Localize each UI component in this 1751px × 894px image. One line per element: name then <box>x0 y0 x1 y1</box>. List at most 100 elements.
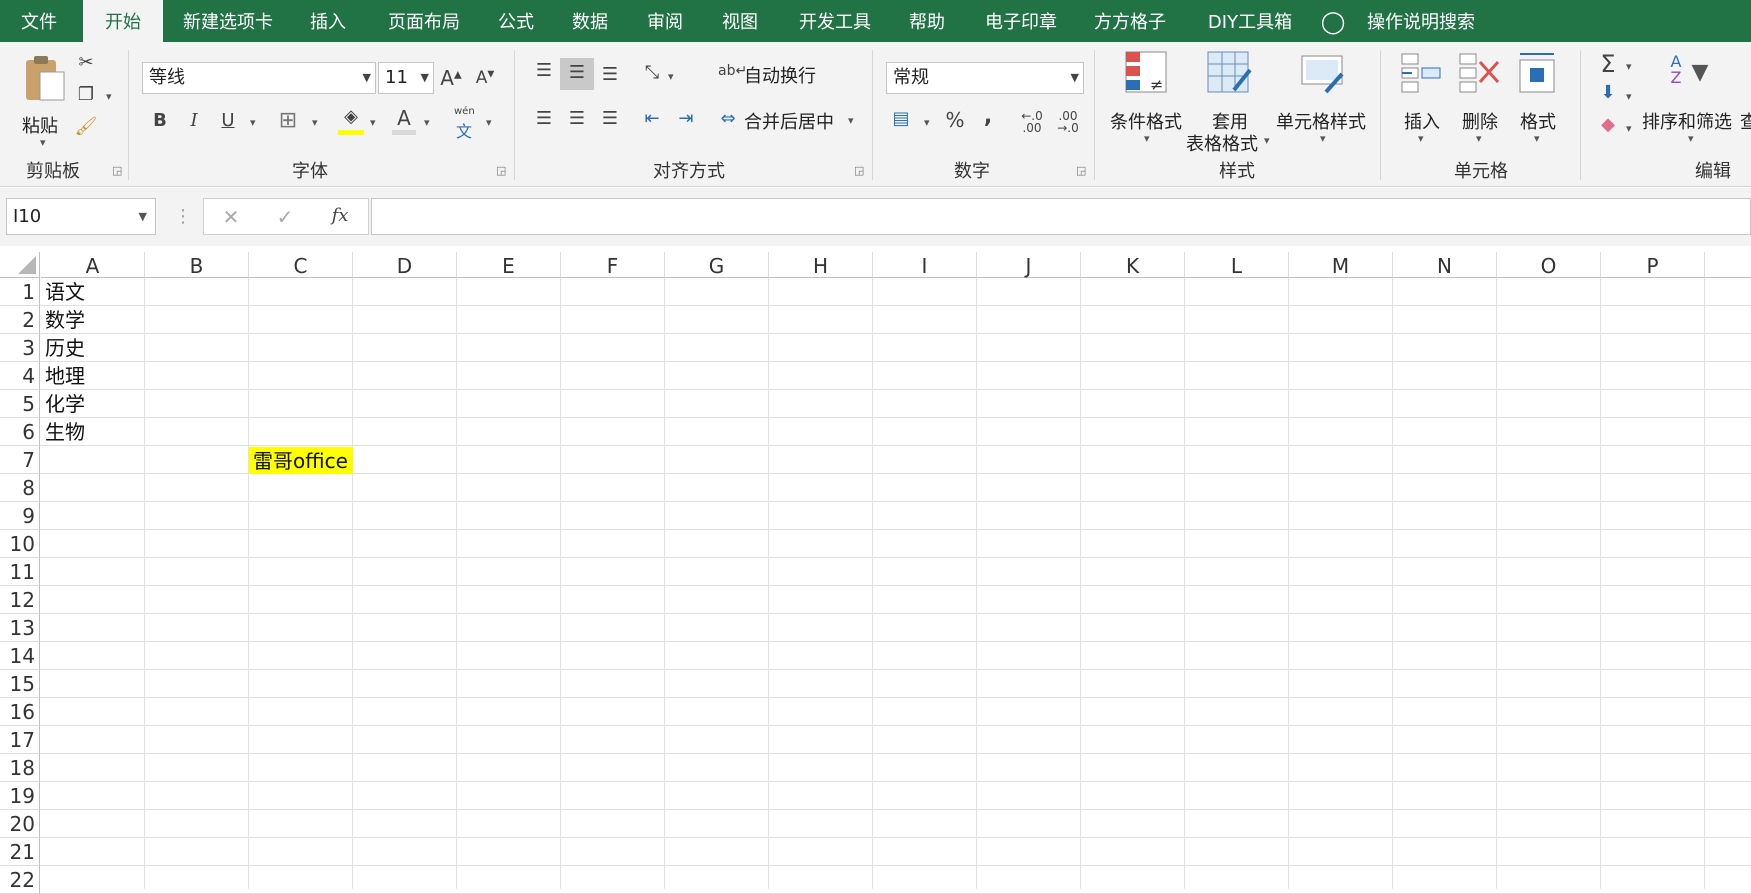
row-header-5[interactable]: 5 <box>0 390 40 418</box>
column-header-d[interactable]: D <box>353 252 457 278</box>
column-header-k[interactable]: K <box>1081 252 1185 278</box>
orientation-icon[interactable]: ⤡ <box>640 64 664 82</box>
conditional-formatting-button[interactable]: ≠ 条件格式 ▾ <box>1104 48 1190 148</box>
column-header-a[interactable]: A <box>41 252 145 278</box>
comma-style-button[interactable]: , <box>980 106 996 128</box>
column-header-f[interactable]: F <box>561 252 665 278</box>
row-header-13[interactable]: 13 <box>0 614 40 642</box>
name-box[interactable]: I10 ▼ <box>6 198 156 235</box>
shrink-font-icon[interactable]: A▼ <box>474 70 496 87</box>
clear-icon[interactable]: ◆ <box>1596 116 1620 134</box>
row-header-3[interactable]: 3 <box>0 334 40 362</box>
tab-formulas[interactable]: 公式 <box>488 0 544 42</box>
cut-icon[interactable]: ✂ <box>74 54 98 72</box>
tab-developer[interactable]: 开发工具 <box>790 0 880 42</box>
row-header-17[interactable]: 17 <box>0 726 40 754</box>
insert-cells-button[interactable]: 插入 ▾ <box>1394 48 1450 148</box>
tab-page-layout[interactable]: 页面布局 <box>376 0 472 42</box>
fill-icon[interactable]: ⬇ <box>1596 84 1620 102</box>
clipboard-launcher-icon[interactable]: ◲ <box>112 164 122 177</box>
tab-file[interactable]: 文件 <box>0 0 78 42</box>
enter-check-icon[interactable]: ✓ <box>274 207 296 227</box>
autosum-icon[interactable]: Σ <box>1596 52 1620 76</box>
alignment-launcher-icon[interactable]: ◲ <box>854 164 864 177</box>
formula-input[interactable] <box>371 198 1751 235</box>
tab-ffgz[interactable]: 方方格子 <box>1085 0 1175 42</box>
align-right-icon[interactable]: ☰ <box>598 110 622 128</box>
increase-indent-icon[interactable]: ⇥ <box>674 110 698 128</box>
row-header-19[interactable]: 19 <box>0 782 40 810</box>
cell-A3[interactable]: 历史 <box>41 334 144 362</box>
tab-e-seal[interactable]: 电子印章 <box>976 0 1066 42</box>
column-header-partial[interactable] <box>1705 252 1751 278</box>
copy-icon[interactable]: ❐ <box>74 86 98 104</box>
cell-C7[interactable]: 雷哥office <box>249 447 353 474</box>
row-header-9[interactable]: 9 <box>0 502 40 530</box>
font-size-combo[interactable]: 11 ▼ <box>378 62 434 94</box>
accounting-format-icon[interactable]: ▤ <box>888 110 914 128</box>
formula-bar-grip-icon[interactable]: ⋮ <box>174 208 192 226</box>
cell-A5[interactable]: 化学 <box>41 390 144 418</box>
worksheet-grid[interactable]: ABCDEFGHIJKLMNOP 1 2 3 4 5 6 7 8 9 10 11 12 13 14 15 16… <box>0 252 1751 894</box>
align-top-icon[interactable]: ☰ <box>532 62 556 80</box>
format-as-table-button[interactable]: 套用 表格格式 ▾ <box>1184 48 1274 155</box>
underline-button[interactable]: U <box>218 112 238 130</box>
increase-decimal-button[interactable]: ←.0 .00 <box>1018 110 1046 134</box>
bold-button[interactable]: B <box>150 112 170 130</box>
column-header-p[interactable]: P <box>1601 252 1705 278</box>
number-format-combo[interactable]: 常规 ▼ <box>886 62 1084 94</box>
row-header-7[interactable]: 7 <box>0 446 40 474</box>
italic-button[interactable]: I <box>184 112 204 130</box>
align-center-icon[interactable]: ☰ <box>565 110 589 128</box>
decrease-indent-icon[interactable]: ⇤ <box>640 110 664 128</box>
paste-button[interactable]: 粘贴 ▾ <box>12 52 72 149</box>
column-header-b[interactable]: B <box>145 252 249 278</box>
wrap-text-button[interactable]: 自动换行 <box>744 62 816 88</box>
row-header-8[interactable]: 8 <box>0 474 40 502</box>
row-header-10[interactable]: 10 <box>0 530 40 558</box>
tab-help[interactable]: 帮助 <box>899 0 955 42</box>
tab-home[interactable]: 开始 <box>83 0 163 42</box>
align-bottom-icon[interactable]: ☰ <box>598 66 622 84</box>
column-header-e[interactable]: E <box>457 252 561 278</box>
font-name-combo[interactable]: 等线 ▼ <box>142 62 376 94</box>
row-header-22[interactable]: 22 <box>0 866 40 894</box>
fill-color-button[interactable]: ◈ <box>338 106 364 136</box>
align-left-icon[interactable]: ☰ <box>532 110 556 128</box>
cell-A1[interactable]: 语文 <box>41 278 144 306</box>
column-header-c[interactable]: C <box>249 252 353 278</box>
cell-A2[interactable]: 数学 <box>41 306 144 334</box>
tab-view[interactable]: 视图 <box>712 0 768 42</box>
column-header-m[interactable]: M <box>1289 252 1393 278</box>
borders-icon[interactable]: ⊞ <box>276 110 300 132</box>
tab-new[interactable]: 新建选项卡 <box>170 0 286 42</box>
percent-style-button[interactable]: % <box>944 110 966 130</box>
row-header-21[interactable]: 21 <box>0 838 40 866</box>
font-launcher-icon[interactable]: ◲ <box>496 164 506 177</box>
tab-insert[interactable]: 插入 <box>296 0 360 42</box>
column-header-n[interactable]: N <box>1393 252 1497 278</box>
row-header-16[interactable]: 16 <box>0 698 40 726</box>
delete-cells-button[interactable]: 删除 ▾ <box>1452 48 1508 148</box>
column-header-l[interactable]: L <box>1185 252 1289 278</box>
row-header-6[interactable]: 6 <box>0 418 40 446</box>
sort-filter-button[interactable]: AZ ▼ 排序和筛选 查 ▾ <box>1640 48 1751 148</box>
insert-function-button[interactable]: fx <box>326 207 354 225</box>
cancel-icon[interactable]: ✕ <box>220 207 242 227</box>
row-header-15[interactable]: 15 <box>0 670 40 698</box>
tell-me-search[interactable]: 操作说明搜索 <box>1356 0 1486 42</box>
phonetic-button[interactable]: wén 文 <box>450 106 480 141</box>
select-all-corner[interactable] <box>0 252 40 278</box>
merge-center-button[interactable]: 合并后居中 <box>744 108 834 134</box>
tab-data[interactable]: 数据 <box>562 0 618 42</box>
column-header-o[interactable]: O <box>1497 252 1601 278</box>
number-launcher-icon[interactable]: ◲ <box>1076 164 1086 177</box>
row-header-4[interactable]: 4 <box>0 362 40 390</box>
column-header-i[interactable]: I <box>873 252 977 278</box>
row-header-20[interactable]: 20 <box>0 810 40 838</box>
column-header-j[interactable]: J <box>977 252 1081 278</box>
tab-review[interactable]: 审阅 <box>637 0 693 42</box>
tab-diy-toolbox[interactable]: DIY工具箱 <box>1195 0 1305 42</box>
grow-font-icon[interactable]: A▲ <box>440 68 462 88</box>
cell-styles-button[interactable]: 单元格样式 ▾ <box>1274 48 1370 148</box>
